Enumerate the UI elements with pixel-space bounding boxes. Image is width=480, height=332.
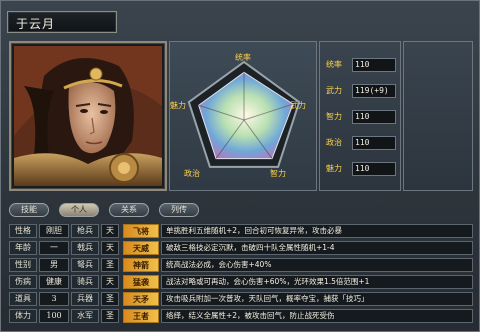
portrait-art: [14, 46, 162, 186]
table-row: 体力 100 水军 圣 王者 络绎，结义全属性+2，被攻击回气，防止战死受伤: [9, 308, 473, 324]
attr-key: 道具: [9, 292, 37, 306]
radar-label-intelligence: 智力: [270, 169, 286, 178]
attr-value: 男: [39, 258, 69, 272]
unit-type: 骑兵: [71, 275, 99, 289]
stat-force: 武力 119(+9): [326, 84, 398, 98]
tab-relations[interactable]: 关系: [109, 203, 149, 217]
unit-type: 水军: [71, 309, 99, 323]
radar-label-charm: 魅力: [170, 101, 186, 110]
stat-value: 110: [352, 58, 396, 72]
attr-value: 一: [39, 241, 69, 255]
attr-key: 性格: [9, 224, 37, 238]
attribute-table: 性格 刚胆 枪兵 天 飞将 单挑胜利五维随机+2，回合初可恢复异常，攻击必暴 年…: [9, 223, 473, 327]
skill-name[interactable]: 神箭: [123, 258, 159, 272]
stat-value: 110: [352, 162, 396, 176]
unit-grade: 圣: [101, 309, 119, 323]
skill-name[interactable]: 猛袭: [123, 275, 159, 289]
unit-grade: 圣: [101, 258, 119, 272]
stat-label: 智力: [326, 112, 342, 121]
attr-key: 年龄: [9, 241, 37, 255]
general-name: 于云月: [16, 17, 56, 31]
attr-value: 100: [39, 309, 69, 323]
attr-key: 体力: [9, 309, 37, 323]
table-row: 性别 男 弩兵 圣 神箭 统高战法必成，会心伤害+40%: [9, 257, 473, 273]
stat-politics: 政治 110: [326, 136, 398, 150]
character-window: 于云月 统率 武力 智力 政治 魅力 统率 110 武力 119(+9) 智力 …: [0, 0, 480, 332]
skill-name[interactable]: 天威: [123, 241, 159, 255]
table-row: 道具 3 兵器 圣 天矛 攻击吸兵附加一次普攻，天队回气，概率夺宝，捕获「技巧」: [9, 291, 473, 307]
unit-grade: 天: [101, 275, 119, 289]
unit-type: 弩兵: [71, 258, 99, 272]
stat-label: 政治: [326, 138, 342, 147]
stat-value: 119(+9): [352, 84, 396, 98]
skill-description: 单挑胜利五维随机+2，回合初可恢复异常，攻击必暴: [161, 224, 473, 238]
side-panel: [403, 41, 473, 191]
table-row: 年龄 一 戟兵 天 天威 破敌三格技必定沉默，击破四十队全属性随机+1-4: [9, 240, 473, 256]
unit-type: 戟兵: [71, 241, 99, 255]
unit-grade: 天: [101, 224, 119, 238]
skill-description: 统高战法必成，会心伤害+40%: [161, 258, 473, 272]
tab-personal[interactable]: 个人: [59, 203, 99, 217]
radar-label-politics: 政治: [184, 169, 200, 178]
skill-name[interactable]: 天矛: [123, 292, 159, 306]
stat-charm: 魅力 110: [326, 162, 398, 176]
portrait-frame: [9, 41, 167, 191]
radar-label-command: 统率: [235, 53, 251, 62]
attribute-radar: 统率 武力 智力 政治 魅力: [169, 41, 317, 191]
attr-key: 伤病: [9, 275, 37, 289]
stat-panel: 统率 110 武力 119(+9) 智力 110 政治 110 魅力 110: [319, 41, 401, 191]
table-row: 性格 刚胆 枪兵 天 飞将 单挑胜利五维随机+2，回合初可恢复异常，攻击必暴: [9, 223, 473, 239]
skill-description: 络绎，结义全属性+2，被攻击回气，防止战死受伤: [161, 309, 473, 323]
skill-name[interactable]: 飞将: [123, 224, 159, 238]
stat-label: 统率: [326, 60, 342, 69]
general-portrait: [14, 46, 162, 186]
attr-value: 健康: [39, 275, 69, 289]
stat-label: 武力: [326, 86, 342, 95]
unit-grade: 圣: [101, 292, 119, 306]
skill-description: 战法对略或可再动，会心伤害+60%，光环效果1.5倍范围+1: [161, 275, 473, 289]
tab-skills[interactable]: 技能: [9, 203, 49, 217]
table-row: 伤病 健康 骑兵 天 猛袭 战法对略或可再动，会心伤害+60%，光环效果1.5倍…: [9, 274, 473, 290]
radar-label-force: 武力: [290, 101, 306, 110]
skill-description: 攻击吸兵附加一次普攻，天队回气，概率夺宝，捕获「技巧」: [161, 292, 473, 306]
name-banner: 于云月: [7, 11, 117, 33]
skill-description: 破敌三格技必定沉默，击破四十队全属性随机+1-4: [161, 241, 473, 255]
unit-type: 枪兵: [71, 224, 99, 238]
stat-intelligence: 智力 110: [326, 110, 398, 124]
stat-value: 110: [352, 110, 396, 124]
unit-type: 兵器: [71, 292, 99, 306]
attr-value: 刚胆: [39, 224, 69, 238]
stat-label: 魅力: [326, 164, 342, 173]
unit-grade: 天: [101, 241, 119, 255]
tab-biography[interactable]: 列传: [159, 203, 199, 217]
stat-command: 统率 110: [326, 58, 398, 72]
stat-value: 110: [352, 136, 396, 150]
skill-name[interactable]: 王者: [123, 309, 159, 323]
attr-key: 性别: [9, 258, 37, 272]
attr-value: 3: [39, 292, 69, 306]
